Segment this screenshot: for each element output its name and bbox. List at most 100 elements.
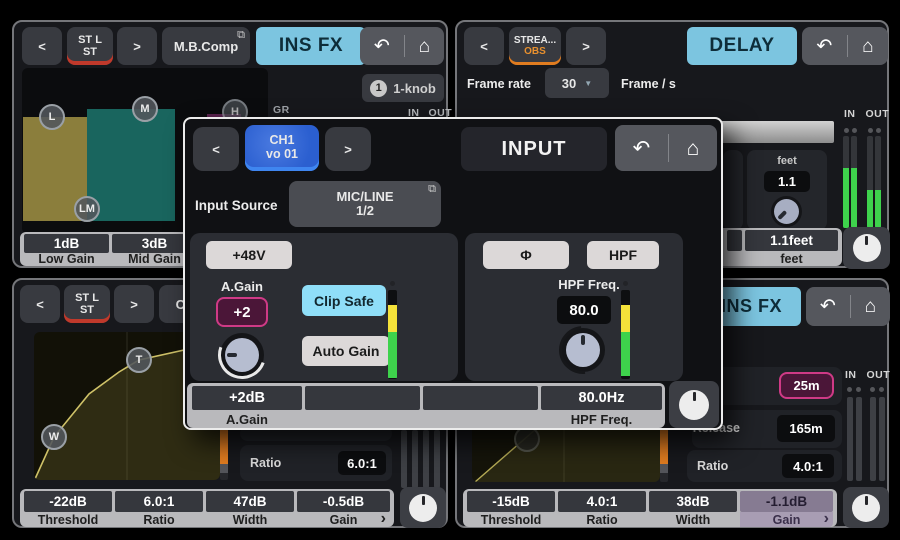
hpf-freq-value[interactable]: 80.0 xyxy=(557,296,611,324)
prev-channel-button[interactable]: < xyxy=(193,127,239,171)
attack-value[interactable]: 25m xyxy=(779,372,834,399)
channel-select-button[interactable]: STREA... OBS xyxy=(509,27,561,65)
ratio-row-label: Ratio xyxy=(697,459,728,473)
hpf-level-meter xyxy=(621,290,630,379)
width-label: Width xyxy=(649,513,737,526)
frame-rate-value: 30 xyxy=(562,76,576,91)
in-meter-track xyxy=(856,397,862,481)
channel-select-button[interactable]: ST L ST xyxy=(67,27,113,65)
ratio-value[interactable]: 6.0:1 xyxy=(115,491,203,512)
clip-safe-button[interactable]: Clip Safe xyxy=(302,285,386,316)
ratio-row-value[interactable]: 4.0:1 xyxy=(782,454,834,478)
prev-channel-button[interactable]: < xyxy=(20,285,60,323)
in-out-labels: IN OUT xyxy=(845,369,890,381)
next-channel-button[interactable]: > xyxy=(117,27,157,65)
fx-type-button[interactable]: M.B.Comp ⧉ xyxy=(162,27,250,65)
frame-rate-dropdown[interactable]: 30 ▼ xyxy=(545,68,609,98)
undo-icon[interactable]: ↶ xyxy=(816,37,832,56)
one-knob-button[interactable]: 1 1-knob xyxy=(362,74,444,102)
copy-icon: ⧉ xyxy=(428,183,436,195)
again-footer-value[interactable]: +2dB xyxy=(192,386,302,410)
input-source-button[interactable]: MIC/LINE 1/2 ⧉ xyxy=(289,181,441,227)
home-icon[interactable]: ⌂ xyxy=(687,138,700,159)
next-channel-button[interactable]: > xyxy=(566,27,606,65)
again-value[interactable]: +2 xyxy=(216,297,268,327)
ratio-row-label: Ratio xyxy=(250,456,281,470)
low-band-handle[interactable]: L xyxy=(39,104,65,130)
mid-band[interactable] xyxy=(87,109,175,221)
again-label: A.Gain xyxy=(212,279,272,294)
mixer-screen: < ST L ST > M.B.Comp ⧉ INS FX ↶ ⌂ L M H … xyxy=(0,0,900,540)
threshold-value[interactable]: -15dB xyxy=(467,491,555,512)
auto-gain-button[interactable]: Auto Gain xyxy=(302,336,390,366)
input-source-line2: 1/2 xyxy=(356,204,374,218)
touch-and-turn-knob-button[interactable] xyxy=(669,381,719,428)
hpf-freq-knob[interactable] xyxy=(561,328,605,372)
in-out-labels: IN OUT xyxy=(844,108,889,120)
meter-peak-dot xyxy=(876,128,881,133)
channel-select-button[interactable]: CH1 vo 01 xyxy=(245,125,319,171)
meter-peak-dot xyxy=(852,128,857,133)
phase-button[interactable]: Φ xyxy=(483,241,569,269)
ratio-row[interactable]: Ratio 4.0:1 xyxy=(687,450,842,482)
undo-icon[interactable]: ↶ xyxy=(633,138,651,159)
knob-icon xyxy=(409,494,437,522)
undo-home-group: ↶ ⌂ xyxy=(615,125,717,171)
next-channel-button[interactable]: > xyxy=(114,285,154,323)
home-icon[interactable]: ⌂ xyxy=(865,297,876,316)
meter-track xyxy=(412,430,418,488)
home-icon[interactable]: ⌂ xyxy=(862,37,873,56)
phantom-48v-button[interactable]: +48V xyxy=(206,241,292,269)
more-params-chevron-icon[interactable]: › xyxy=(381,510,386,528)
undo-icon[interactable]: ↶ xyxy=(820,297,836,316)
touch-and-turn-knob-button[interactable] xyxy=(400,487,446,528)
feet-value[interactable]: 1.1 xyxy=(764,171,810,192)
ratio-value[interactable]: 4.0:1 xyxy=(558,491,646,512)
ratio-row[interactable]: Ratio 6.0:1 xyxy=(240,445,392,481)
prev-channel-button[interactable]: < xyxy=(22,27,62,65)
ratio-row-value[interactable]: 6.0:1 xyxy=(338,451,386,475)
hpf-footer-value[interactable]: 80.0Hz xyxy=(541,386,662,410)
feet-knob[interactable] xyxy=(771,196,802,227)
knob-arc xyxy=(210,323,274,387)
gain-value[interactable]: -0.5dB xyxy=(297,491,390,512)
undo-icon[interactable]: ↶ xyxy=(374,37,390,56)
low-gain-value[interactable]: 1dB xyxy=(24,234,109,253)
low-mid-crossover-handle[interactable]: LM xyxy=(74,196,100,222)
width-value[interactable]: 38dB xyxy=(649,491,737,512)
width-label: Width xyxy=(206,513,294,526)
channel-name-line1: CH1 xyxy=(269,134,294,148)
width-value[interactable]: 47dB xyxy=(206,491,294,512)
channel-name-line2: OBS xyxy=(524,46,546,57)
undo-home-group: ↶ ⌂ xyxy=(360,27,444,65)
undo-home-group: ↶ ⌂ xyxy=(806,287,890,326)
prev-channel-button[interactable]: < xyxy=(464,27,504,65)
delay-value[interactable]: 1.1feet xyxy=(745,230,838,251)
channel-name-line1: ST L xyxy=(78,34,102,46)
undo-home-group: ↶ ⌂ xyxy=(802,27,888,65)
threshold-handle[interactable]: T xyxy=(126,347,152,373)
hpf-button[interactable]: HPF xyxy=(587,241,659,269)
delay-unit-box-partial xyxy=(723,150,743,230)
gain-label-selected: Gain› xyxy=(740,512,833,527)
threshold-value[interactable]: -22dB xyxy=(24,491,112,512)
mid-band-handle[interactable]: M xyxy=(132,96,158,122)
meter-track xyxy=(423,430,429,488)
touch-and-turn-knob-button[interactable] xyxy=(843,227,890,269)
delay-unit-label: feet xyxy=(745,252,838,265)
again-knob[interactable] xyxy=(220,333,264,377)
next-channel-button[interactable]: > xyxy=(325,127,371,171)
home-icon[interactable]: ⌂ xyxy=(419,37,430,56)
meter-peak-dot xyxy=(844,128,849,133)
in-label: IN xyxy=(844,108,856,120)
knob-face xyxy=(769,194,804,229)
input-source-line1: MIC/LINE xyxy=(336,190,393,204)
release-value[interactable]: 165m xyxy=(777,415,835,442)
dropdown-caret-icon: ▼ xyxy=(584,79,592,88)
gain-value-selected[interactable]: -1.1dB xyxy=(740,491,833,512)
channel-select-button[interactable]: ST L ST xyxy=(64,285,110,323)
width-handle[interactable]: W xyxy=(41,424,67,450)
touch-and-turn-knob-button[interactable] xyxy=(843,487,889,528)
in-meter-track xyxy=(847,397,853,481)
more-params-chevron-icon[interactable]: › xyxy=(824,510,829,528)
